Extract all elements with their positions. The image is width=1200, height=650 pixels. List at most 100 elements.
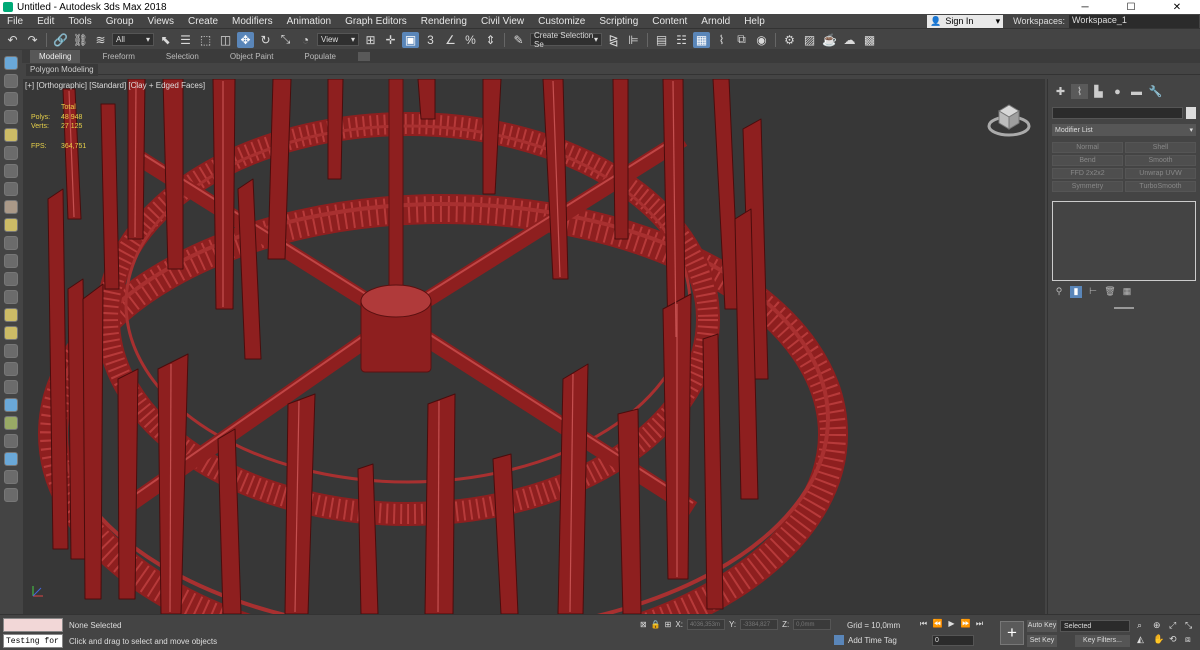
material-editor-icon[interactable]: ◉ [753, 32, 770, 48]
expand-icon[interactable] [4, 434, 18, 448]
bind-space-warp-icon[interactable]: ≋ [92, 32, 109, 48]
tab-object-paint[interactable]: Object Paint [221, 50, 283, 63]
help-icon[interactable] [4, 488, 18, 502]
object-name-field[interactable] [1052, 107, 1183, 119]
select-none-icon[interactable] [4, 74, 18, 88]
keyboard-shortcut-override-icon[interactable]: ▣ [402, 31, 419, 48]
menu-graph-editors[interactable]: Graph Editors [338, 16, 414, 27]
display-all-icon[interactable] [4, 92, 18, 106]
play-icon[interactable]: ▶ [946, 619, 957, 629]
tab-populate[interactable]: Populate [295, 50, 345, 63]
display-none-icon[interactable] [4, 110, 18, 124]
viewport-label[interactable]: [+] [Orthographic] [Standard] [Clay + Ed… [25, 81, 205, 90]
menu-civil-view[interactable]: Civil View [474, 16, 531, 27]
scene-explorer-icon[interactable]: ▤ [653, 32, 670, 48]
space-warp-filter-icon[interactable] [4, 308, 18, 322]
hierarchy-tab-icon[interactable]: ▙ [1090, 84, 1107, 99]
orbit-icon[interactable]: ⟲ [1169, 634, 1182, 645]
zoom-icon[interactable]: ⌕ [1137, 620, 1150, 631]
menu-help[interactable]: Help [737, 16, 772, 27]
mirror-icon[interactable]: ⧎ [605, 32, 622, 48]
field-of-view-icon[interactable]: ◭ [1137, 634, 1150, 645]
utilities-tab-icon[interactable]: 🔧 [1147, 84, 1164, 99]
viewport[interactable]: [+] [Orthographic] [Standard] [Clay + Ed… [23, 79, 1045, 614]
select-and-place-icon[interactable]: ◔ [297, 32, 314, 48]
frozen-filter-icon[interactable] [4, 398, 18, 412]
set-key-button[interactable]: Set Key [1027, 635, 1057, 647]
menu-customize[interactable]: Customize [531, 16, 592, 27]
toggle-ribbon-icon[interactable]: ▦ [693, 31, 710, 48]
pin-stack-icon[interactable]: ⚲ [1053, 286, 1065, 298]
angle-snap-icon[interactable]: ∠ [442, 32, 459, 48]
modifier-stack[interactable] [1052, 201, 1196, 281]
key-filters-button[interactable]: Key Filters... [1075, 635, 1130, 647]
percent-snap-icon[interactable]: % [462, 32, 479, 48]
select-and-scale-icon[interactable]: ⤡ [277, 32, 294, 48]
tab-freeform[interactable]: Freeform [93, 50, 143, 63]
modifier-list-dropdown[interactable]: Modifier List ▾ [1052, 124, 1196, 136]
isolate-selection-icon[interactable]: ⊠ [640, 620, 647, 629]
spinner-snap-icon[interactable]: ⇕ [482, 32, 499, 48]
lock-selection-icon[interactable]: 🔒 [651, 620, 661, 629]
menu-content[interactable]: Content [645, 16, 694, 27]
geometry-filter-icon[interactable] [4, 218, 18, 232]
modifier-symmetry-button[interactable]: Symmetry [1052, 181, 1123, 192]
menu-animation[interactable]: Animation [280, 16, 338, 27]
camera-filter-icon[interactable] [4, 272, 18, 286]
ribbon-minimize-toggle[interactable] [358, 51, 371, 61]
absolute-mode-icon[interactable]: ⊞ [665, 620, 672, 629]
helper-filter-icon[interactable] [4, 290, 18, 304]
modifier-normal-button[interactable]: Normal [1052, 142, 1123, 153]
create-tab-icon[interactable]: ✚ [1052, 84, 1069, 99]
layer-icon[interactable] [4, 200, 18, 214]
add-time-tag-button[interactable]: Add Time Tag [834, 635, 897, 645]
menu-rendering[interactable]: Rendering [414, 16, 474, 27]
camera-icon[interactable] [4, 146, 18, 160]
hidden-filter-icon[interactable] [4, 416, 18, 430]
menu-scripting[interactable]: Scripting [592, 16, 645, 27]
x-coordinate-field[interactable]: 4036,353m [686, 619, 725, 630]
menu-create[interactable]: Create [181, 16, 225, 27]
modifier-smooth-button[interactable]: Smooth [1125, 155, 1196, 166]
scene-converter-icon[interactable] [4, 470, 18, 484]
rectangular-selection-icon[interactable]: ⬚ [197, 32, 214, 48]
scene-explorer-toggle-icon[interactable] [4, 56, 18, 70]
viewcube[interactable] [987, 99, 1031, 139]
rendered-frame-window-icon[interactable]: ▨ [801, 32, 818, 48]
select-and-rotate-icon[interactable]: ↻ [257, 32, 274, 48]
make-unique-icon[interactable]: ⊢ [1087, 286, 1099, 298]
auto-key-button[interactable]: Auto Key [1027, 620, 1057, 632]
modify-tab-icon[interactable]: ⌇ [1071, 84, 1088, 99]
display-tab-icon[interactable]: ▬ [1128, 84, 1145, 99]
snaps-toggle-icon[interactable]: 3 [422, 32, 439, 48]
pivot-center-icon[interactable]: ⊞ [362, 32, 379, 48]
shape-filter-icon[interactable] [4, 236, 18, 250]
named-selection-sets-dropdown[interactable]: Create Selection Se ▾ [530, 31, 602, 49]
render-in-cloud-icon[interactable]: ☁ [841, 32, 858, 48]
maximize-viewport-icon[interactable]: ⧈ [1185, 634, 1198, 645]
window-crossing-icon[interactable]: ◫ [217, 32, 234, 48]
light-filter-icon[interactable] [4, 254, 18, 268]
workspace-dropdown[interactable]: Workspace_1 [1069, 14, 1199, 28]
link-icon[interactable]: 🔗 [52, 32, 69, 48]
menu-edit[interactable]: Edit [30, 16, 61, 27]
configure-modifier-sets-icon[interactable]: ▦ [1121, 286, 1133, 298]
bone-filter-icon[interactable] [4, 344, 18, 358]
modifier-bend-button[interactable]: Bend [1052, 155, 1123, 166]
z-coordinate-field[interactable]: 0,0mm [793, 619, 832, 630]
modifier-unwrap-uvw-button[interactable]: Unwrap UVW [1125, 168, 1196, 179]
select-and-move-icon[interactable]: ✥ [237, 31, 254, 48]
sphere-icon[interactable] [4, 452, 18, 466]
remove-modifier-icon[interactable]: 🗑 [1104, 286, 1116, 298]
goto-start-icon[interactable]: ⏮ [918, 619, 929, 629]
unlink-icon[interactable]: ⛓ [72, 32, 89, 48]
select-by-name-icon[interactable]: ☰ [177, 32, 194, 48]
object-color-swatch[interactable] [1186, 107, 1196, 119]
curve-editor-icon[interactable]: ⌇ [713, 32, 730, 48]
show-end-result-icon[interactable]: ▮ [1070, 286, 1082, 298]
zoom-extents-icon[interactable]: ⤢ [1169, 620, 1182, 631]
menu-arnold[interactable]: Arnold [694, 16, 737, 27]
next-frame-icon[interactable]: ⏩ [960, 619, 971, 629]
maxscript-mini-listener[interactable]: Testing for : [3, 634, 63, 648]
redo-icon[interactable]: ↷ [24, 32, 41, 48]
